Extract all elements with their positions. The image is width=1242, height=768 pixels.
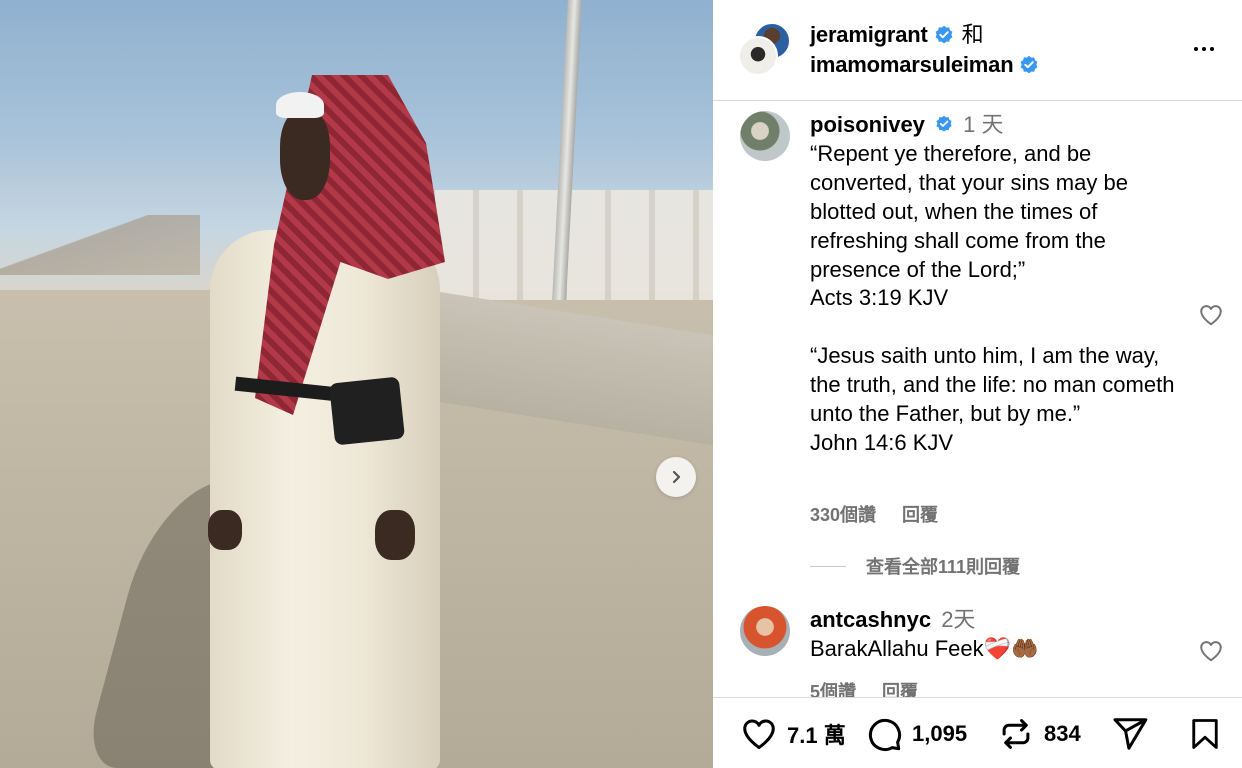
heart-icon [743,719,775,749]
share-button[interactable] [1111,698,1158,768]
person-figure [200,70,450,768]
view-replies-button[interactable]: 查看全部111則回覆 [810,553,1020,579]
post-photo [0,0,713,768]
comment-item: poisonivey 1 天 “Repent ye therefore, and… [713,101,1242,541]
comment-like-heart-icon[interactable] [1198,302,1224,328]
verified-badge-icon [935,25,953,44]
post-action-bar: 7.1 萬 1,095 834 [713,697,1242,768]
username-jeramigrant[interactable]: jeramigrant [810,20,928,50]
repost-button[interactable]: 834 [997,698,1081,768]
face [280,110,330,200]
comment-text: BarakAllahu Feek❤️‍🩹🤲🏾 [810,635,1039,661]
repost-count: 834 [1044,720,1081,746]
waist-bag [328,376,406,446]
left-hand [208,510,242,550]
more-options-button[interactable] [1190,35,1218,63]
collab-names: jeramigrant 和 imamomarsuleiman [810,20,1039,80]
next-photo-button[interactable] [656,457,696,497]
comment-username[interactable]: antcashnyc [810,607,931,632]
save-button[interactable] [1187,698,1232,768]
comment-body: antcashnyc 2天 BarakAllahu Feek❤️‍🩹🤲🏾 [810,606,1190,664]
comment-count: 1,095 [912,720,968,746]
comment-reply-button[interactable]: 回覆 [882,678,918,697]
post-header: jeramigrant 和 imamomarsuleiman [713,0,1242,101]
username-imamomarsuleiman[interactable]: imamomarsuleiman [810,50,1014,80]
right-hand [375,510,415,560]
like-button[interactable]: 7.1 萬 [740,698,846,768]
comment-meta: 330個讚 回覆 [810,501,938,527]
comment-time[interactable]: 1 天 [963,112,1003,137]
share-icon [1113,717,1148,750]
view-replies-label: 查看全部111則回覆 [866,557,1021,577]
comment-text: “Repent ye therefore, and be converted, … [810,140,1175,455]
avatar-antcashnyc[interactable] [740,606,790,656]
chevron-right-icon [672,470,681,484]
comment-like-heart-icon[interactable] [1198,638,1224,664]
repost-icon [1002,718,1030,749]
comment-username[interactable]: poisonivey [810,112,925,137]
comment-likes-count[interactable]: 330個讚 [810,501,876,527]
comment-meta: 5個讚 回覆 [810,678,918,697]
comment-body: poisonivey 1 天 “Repent ye therefore, and… [810,111,1190,458]
comments-list[interactable]: poisonivey 1 天 “Repent ye therefore, and… [713,101,1242,697]
avatar-imamomarsuleiman[interactable] [738,36,778,76]
post-side-panel: jeramigrant 和 imamomarsuleiman poisonive… [713,0,1242,768]
verified-badge-icon [1021,55,1038,74]
comment-reply-button[interactable]: 回覆 [902,501,938,527]
collab-conjunction: 和 [961,22,984,47]
comment-item: antcashnyc 2天 BarakAllahu Feek❤️‍🩹🤲🏾 5個讚… [713,603,1242,697]
view-replies-divider [810,565,846,567]
collab-avatars[interactable] [738,22,794,78]
comment-button[interactable]: 1,095 [865,698,967,768]
comment-icon [868,718,901,751]
verified-badge-icon [936,115,952,132]
more-icon [1194,47,1198,51]
background-mountain [0,215,200,275]
avatar-poisonivey[interactable] [740,111,790,161]
like-count: 7.1 萬 [787,722,846,748]
comment-likes-count[interactable]: 5個讚 [810,678,856,697]
bookmark-icon [1192,718,1218,749]
white-cap [276,92,324,118]
comment-time[interactable]: 2天 [941,607,975,632]
background-buildings [435,190,713,300]
